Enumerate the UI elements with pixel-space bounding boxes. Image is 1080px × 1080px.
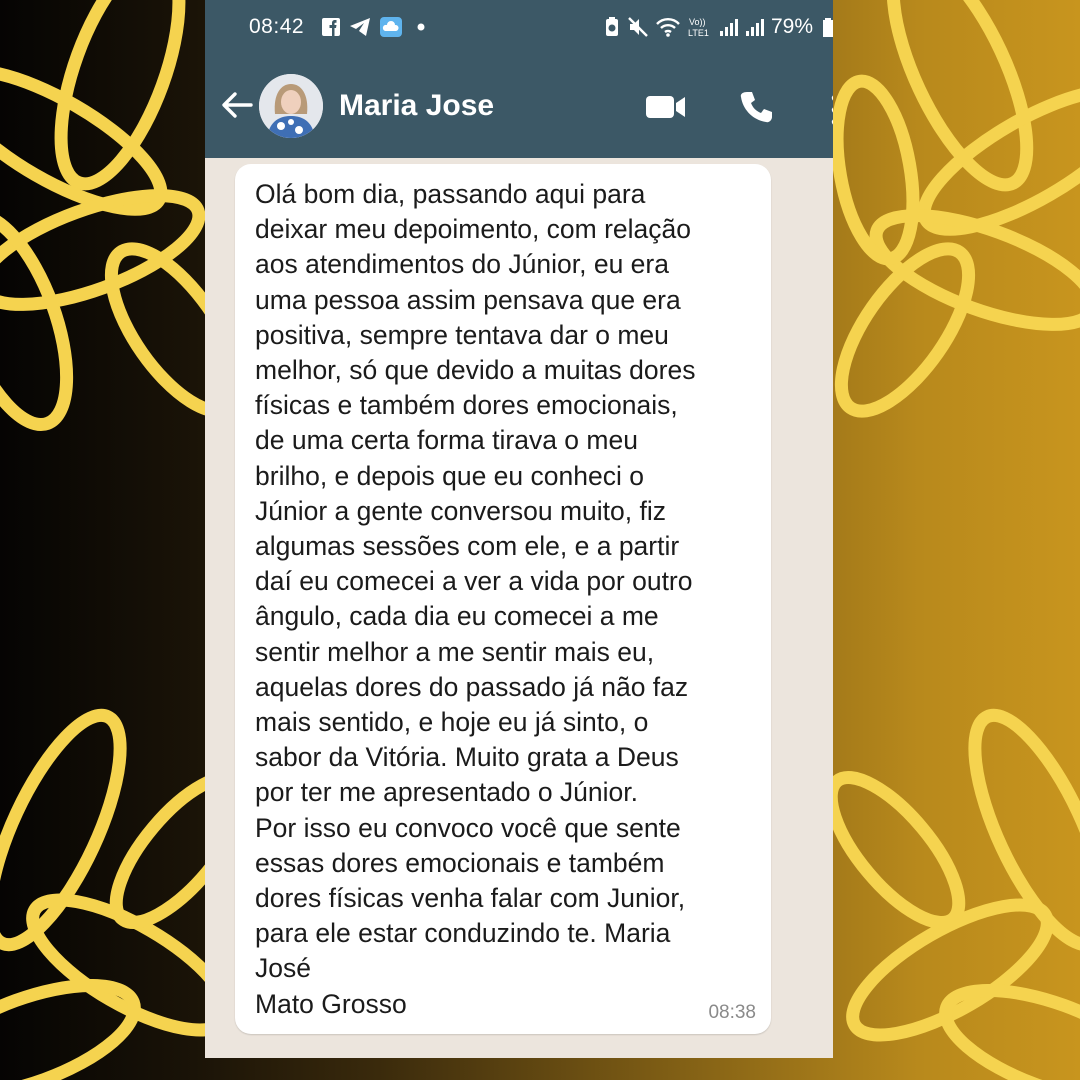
signal-icon [745,19,764,36]
battery-icon [823,18,833,37]
wifi-icon [656,18,680,37]
battery-saver-icon [605,17,618,36]
volte-icon: Vo)) LTE1 [688,17,709,38]
message-text: Olá bom dia, passando aqui para deixar m… [255,179,696,1019]
facebook-icon [322,18,340,36]
avatar-image [259,74,323,138]
phone-screen: 08:42 Vo)) LTE1 79% Maria Jose Olá bom d… [205,0,833,1058]
more-options-icon[interactable] [825,92,833,128]
svg-text:LTE1: LTE1 [688,28,709,38]
status-bar: 08:42 Vo)) LTE1 79% [205,0,833,56]
contact-avatar[interactable] [259,74,323,138]
notification-icons [321,16,427,38]
mute-icon [628,17,648,37]
cloud-app-icon [380,17,402,37]
status-time: 08:42 [249,15,305,38]
system-status-icons: Vo)) LTE1 79% [603,15,833,39]
dot-icon [417,23,425,31]
petal-shape [0,978,141,1080]
chat-header: Maria Jose [205,56,833,158]
battery-percentage: 79% [770,15,813,38]
voice-call-icon[interactable] [738,89,774,125]
message-timestamp: 08:38 [708,1002,756,1023]
chat-area: Olá bom dia, passando aqui para deixar m… [205,158,833,1058]
back-arrow-icon[interactable] [219,87,255,123]
message-bubble[interactable]: Olá bom dia, passando aqui para deixar m… [235,164,771,1034]
petal-shape [0,208,74,432]
contact-name[interactable]: Maria Jose [339,89,494,123]
signal-icon [719,19,738,36]
svg-text:Vo)): Vo)) [689,17,706,27]
video-call-icon[interactable] [645,92,687,122]
petal-shape [824,770,966,930]
telegram-icon [350,18,370,36]
petal-shape [834,242,976,418]
